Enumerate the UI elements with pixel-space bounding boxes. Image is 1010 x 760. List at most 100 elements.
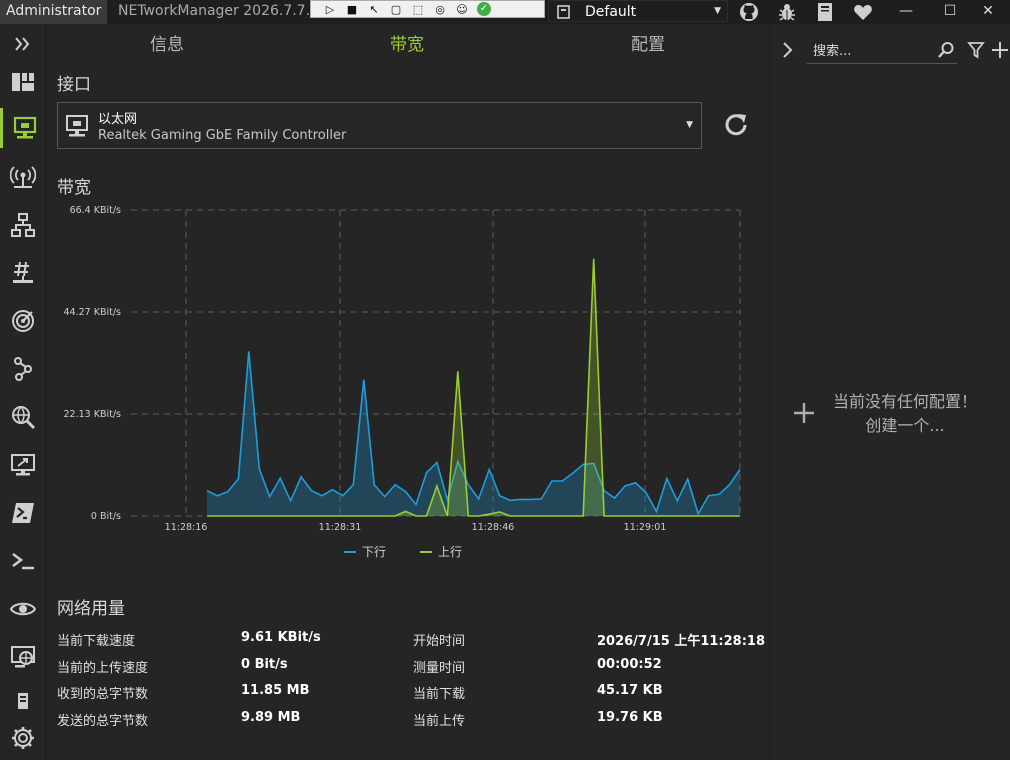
eye-icon [10, 602, 36, 616]
accessibility-icon[interactable]: ☺ [455, 3, 469, 16]
y-tick-label: 22.13 KBit/s [64, 409, 122, 420]
stat-value: 0 Bit/s [241, 657, 288, 672]
sidebar-item-dashboard[interactable] [0, 62, 46, 102]
close-button[interactable]: ✕ [966, 0, 1010, 24]
stat-value: 9.89 MB [241, 710, 301, 725]
profile-selector[interactable]: Default ▼ [548, 0, 728, 22]
x-tick-label: 11:29:01 [624, 522, 667, 533]
sidebar-item-network-interface[interactable] [0, 108, 46, 148]
settings-button[interactable] [0, 718, 46, 758]
chevron-down-icon: ▼ [686, 120, 693, 130]
y-tick-label: 44.27 KBit/s [64, 307, 122, 318]
double-chevron-right-icon [15, 37, 30, 51]
traceroute-icon [14, 357, 32, 381]
ping-monitor-icon [12, 310, 34, 332]
filter-icon[interactable] [967, 41, 985, 59]
empty-profiles-message[interactable]: 当前没有任何配置！ 创建一个... [820, 390, 990, 438]
chevron-down-icon: ▼ [714, 6, 721, 16]
stat-label: 当前上传 [413, 714, 466, 729]
stat-label: 当前下载速度 [57, 634, 136, 649]
stat-label: 当前下载 [413, 687, 466, 702]
x-tick-label: 11:28:31 [319, 522, 362, 533]
legend-label: 上行 [438, 545, 462, 559]
user-label: Administrator [0, 0, 108, 24]
server-icon [18, 693, 28, 709]
network-interface-icon [13, 116, 36, 139]
sidebar-item-tightvnc[interactable] [0, 589, 46, 629]
web-console-icon [11, 646, 35, 668]
series-line-download [206, 351, 741, 516]
chevron-right-icon[interactable] [780, 41, 796, 59]
github-icon[interactable] [739, 2, 759, 22]
stat-label: 发送的总字节数 [57, 714, 149, 729]
interface-section-title: 接口 [57, 75, 91, 95]
profile-icon [557, 5, 570, 19]
interface-description: Realtek Gaming GbE Family Controller [98, 128, 347, 143]
terminal-icon [12, 553, 34, 570]
dns-lookup-icon [12, 406, 36, 430]
y-tick-label: 0 Bit/s [91, 511, 121, 522]
run-icon[interactable]: ▷ [323, 3, 337, 16]
usage-section-title: 网络用量 [57, 599, 125, 619]
y-tick-label: 66.4 KBit/s [70, 205, 121, 216]
hotspot-icon[interactable]: ◎ [433, 3, 447, 16]
stat-value: 19.76 KB [597, 710, 663, 725]
sidebar-item-powershell[interactable] [0, 493, 46, 533]
sidebar-item-dns-lookup[interactable] [0, 397, 46, 437]
series-line-upload [207, 258, 740, 517]
profiles-panel: 当前没有任何配置！ 创建一个... [769, 24, 1010, 760]
documentation-icon[interactable] [815, 2, 835, 22]
frame-icon[interactable]: ▢ [389, 3, 403, 16]
title-bar: Administrator NETworkManager 2026.7.7.0 … [0, 0, 1010, 24]
stat-value: 11.85 MB [241, 683, 310, 698]
tab-profiles[interactable]: 配置 [631, 30, 665, 55]
empty-line-1: 当前没有任何配置！ [832, 392, 977, 411]
stat-value: 00:00:52 [597, 657, 662, 672]
sidebar-item-putty[interactable] [0, 541, 46, 581]
pointer-icon[interactable]: ↖ [367, 3, 381, 16]
settings-icon [12, 727, 34, 749]
stat-label: 收到的总字节数 [57, 687, 149, 702]
search-icon[interactable] [937, 41, 955, 59]
add-icon[interactable] [991, 41, 1009, 59]
sidebar-item-web-console[interactable] [0, 637, 46, 677]
stat-value: 45.17 KB [597, 683, 663, 698]
sidebar-item-traceroute[interactable] [0, 349, 46, 389]
sidebar [0, 24, 46, 760]
ip-scanner-icon [11, 213, 35, 237]
refresh-icon[interactable] [721, 110, 751, 140]
powershell-icon [12, 503, 34, 523]
run-as-toolbar: ▷ ■ ↖ ▢ ⬚ ◎ ☺ ✓ [310, 0, 545, 18]
bug-icon[interactable] [777, 2, 797, 22]
app-title: NETworkManager 2026.7.7.0 [118, 3, 319, 19]
add-profile-icon[interactable] [792, 401, 816, 425]
dashboard-icon [12, 73, 34, 91]
tab-bandwidth[interactable]: 带宽 [390, 30, 424, 55]
stat-value: 9.61 KBit/s [241, 630, 321, 645]
tab-bar: 信息 带宽 配置 [47, 24, 769, 56]
sidebar-item-remote-desktop[interactable] [0, 445, 46, 485]
empty-line-2: 创建一个... [865, 416, 945, 435]
minimize-button[interactable]: — [884, 0, 928, 24]
sidebar-item-ping-monitor[interactable] [0, 301, 46, 341]
wifi-icon [10, 166, 36, 188]
sidebar-item-sntp[interactable] [0, 682, 46, 722]
interface-selector[interactable]: 以太网 Realtek Gaming GbE Family Controller… [57, 102, 702, 149]
series-area-upload [207, 258, 740, 516]
search-input[interactable] [813, 41, 933, 61]
stat-value: 2026/7/15 上午11:28:18 [597, 634, 766, 649]
stat-label: 当前的上传速度 [57, 661, 149, 676]
heart-icon[interactable] [853, 2, 873, 22]
check-icon[interactable]: ✓ [477, 2, 491, 16]
x-tick-label: 11:28:16 [165, 522, 208, 533]
expand-sidebar-button[interactable] [0, 24, 46, 64]
select-icon[interactable]: ⬚ [411, 3, 425, 16]
search-box [807, 38, 957, 64]
port-scanner-icon [13, 261, 33, 283]
tab-info[interactable]: 信息 [150, 30, 184, 55]
sidebar-item-ip-scanner[interactable] [0, 205, 46, 245]
sidebar-item-port-scanner[interactable] [0, 253, 46, 293]
sidebar-item-wifi[interactable] [0, 157, 46, 197]
record-icon[interactable]: ■ [345, 3, 359, 16]
bandwidth-chart: 66.4 KBit/s 44.27 KBit/s 22.13 KBit/s 0 Bit… [64, 205, 741, 559]
